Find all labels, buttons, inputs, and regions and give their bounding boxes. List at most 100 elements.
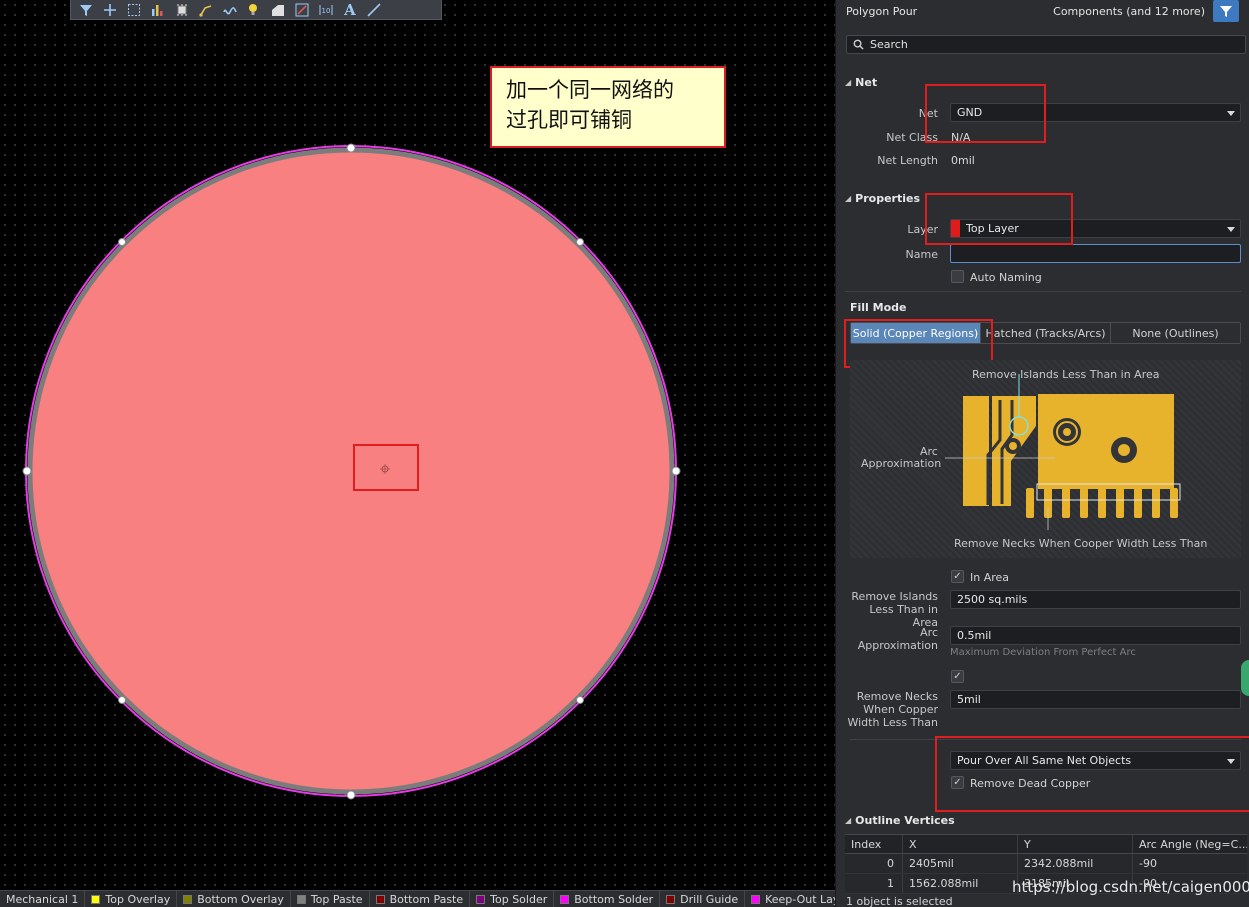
layer-tab-label: Keep-Out Layer <box>765 892 835 906</box>
collapse-caret-icon: ◢ <box>845 816 852 825</box>
divider <box>845 291 1241 292</box>
fill-mode-toggle: Solid (Copper Regions) Hatched (Tracks/Ar… <box>850 322 1241 344</box>
layer-tab[interactable]: Top Paste <box>291 891 370 907</box>
remove-dead-copper-label: Remove Dead Copper <box>970 777 1091 790</box>
layer-color-swatch <box>183 894 193 904</box>
chevron-down-icon <box>1227 111 1235 116</box>
floating-widget-edge[interactable] <box>1241 660 1249 696</box>
remove-islands-value: 2500 sq.mils <box>957 593 1028 606</box>
in-area-checkbox[interactable]: ✓ <box>951 570 964 583</box>
layer-tab-label: Drill Guide <box>680 892 739 906</box>
label-line: When Copper <box>863 703 938 716</box>
outline-vertices-header[interactable]: ◢ Outline Vertices <box>845 814 955 827</box>
vertex-handle <box>346 143 356 153</box>
layer-tab[interactable]: Bottom Paste <box>370 891 471 907</box>
remove-necks-value: 5mil <box>957 693 981 706</box>
remove-islands-input[interactable]: 2500 sq.mils <box>950 590 1241 609</box>
table-header-row: Index X Y Arc Angle (Neg=C... <box>845 834 1247 854</box>
net-section-header[interactable]: ◢ Net <box>845 76 877 89</box>
search-box[interactable] <box>846 35 1246 54</box>
layer-tab[interactable]: Top Solder <box>470 891 555 907</box>
vertex-handle <box>576 696 584 704</box>
label-line: Arc <box>920 626 938 639</box>
cell-x: 2405mil <box>903 854 1018 873</box>
layer-dropdown[interactable]: Top Layer <box>950 219 1241 238</box>
column-header-arc-angle[interactable]: Arc Angle (Neg=C... <box>1133 835 1247 853</box>
fill-mode-option[interactable]: None (Outlines) <box>1111 323 1240 343</box>
copper-illustration <box>945 374 1181 530</box>
layer-label: Layer <box>907 223 938 236</box>
cell-y: 2342.088mil <box>1018 854 1133 873</box>
layer-color-swatch <box>666 894 676 904</box>
net-length-label: Net Length <box>877 154 938 167</box>
layer-tab[interactable]: Top Overlay <box>85 891 178 907</box>
cell-index: 0 <box>845 854 903 873</box>
layer-tab[interactable]: Bottom Solder <box>554 891 661 907</box>
pour-over-dropdown[interactable]: Pour Over All Same Net Objects <box>950 751 1241 770</box>
filter-button[interactable] <box>1213 0 1239 22</box>
layer-tab[interactable]: Keep-Out Layer <box>745 891 835 907</box>
vertex-handle <box>671 466 681 476</box>
chevron-down-icon <box>1227 227 1235 232</box>
search-input[interactable] <box>870 38 1230 51</box>
collapse-caret-icon: ◢ <box>845 78 852 87</box>
status-text: 1 object is selected <box>846 895 953 907</box>
layer-color-swatch <box>560 894 570 904</box>
net-class-value: N/A <box>951 131 971 144</box>
section-title: Outline Vertices <box>855 814 955 827</box>
layer-tab[interactable]: Mechanical 1 <box>0 891 86 907</box>
column-header-x[interactable]: X <box>903 835 1018 853</box>
auto-naming-label: Auto Naming <box>970 271 1042 284</box>
section-title: Properties <box>855 192 920 205</box>
auto-naming-checkbox[interactable] <box>951 270 964 283</box>
net-value: GND <box>957 106 983 119</box>
label-line: Remove Necks <box>856 690 938 703</box>
arc-approximation-hint: Maximum Deviation From Perfect Arc <box>950 647 1136 658</box>
annotation-callout: 加一个同一网络的 过孔即可铺铜 <box>490 66 726 148</box>
layer-tab-label: Bottom Solder <box>574 892 654 906</box>
name-input[interactable] <box>950 244 1241 263</box>
net-length-value: 0mil <box>951 154 975 167</box>
fill-mode-option[interactable]: Hatched (Tracks/Arcs) <box>981 323 1111 343</box>
layer-tab-label: Top Overlay <box>105 892 171 906</box>
label-line: Remove Islands <box>851 590 938 603</box>
chevron-down-icon <box>1227 759 1235 764</box>
layer-color-swatch <box>375 894 385 904</box>
in-area-label: In Area <box>970 571 1010 584</box>
remove-necks-label: Remove Necks When Copper Width Less Than <box>845 690 938 729</box>
cell-x: 1562.088mil <box>903 874 1018 893</box>
layer-color-swatch <box>751 894 761 904</box>
layer-tabs: Mechanical 1 Top Overlay Bottom Overlay Top… <box>0 890 835 907</box>
arc-approximation-input[interactable]: 0.5mil <box>950 626 1241 645</box>
arc-approximation-label: Arc Approximation <box>845 626 938 652</box>
column-header-index[interactable]: Index <box>845 835 903 853</box>
callout-line-1: 加一个同一网络的 <box>506 78 674 102</box>
layer-tab[interactable]: Bottom Overlay <box>177 891 291 907</box>
vertex-handle <box>22 466 32 476</box>
layer-color-swatch <box>951 220 960 237</box>
table-row[interactable]: 0 2405mil 2342.088mil -90 <box>845 854 1247 874</box>
net-dropdown[interactable]: GND <box>950 103 1241 122</box>
layer-tab-label: Top Paste <box>310 892 363 906</box>
fill-mode-diagram: Remove Islands Less Than in Area Arc App… <box>850 360 1241 558</box>
properties-section-header[interactable]: ◢ Properties <box>845 192 920 205</box>
polygon-pour[interactable] <box>27 147 675 795</box>
remove-necks-input[interactable]: 5mil <box>950 690 1241 709</box>
layer-tab[interactable]: Drill Guide <box>660 891 746 907</box>
remove-islands-label: Remove Islands Less Than in Area <box>845 590 938 629</box>
layer-color-swatch <box>296 894 306 904</box>
remove-necks-checkbox[interactable]: ✓ <box>951 670 964 683</box>
name-label: Name <box>905 248 938 261</box>
layer-tab-label: Bottom Paste <box>389 892 464 906</box>
net-class-label: Net Class <box>886 131 938 144</box>
cell-index: 1 <box>845 874 903 893</box>
remove-dead-copper-checkbox[interactable]: ✓ <box>951 776 964 789</box>
fill-mode-header: Fill Mode <box>850 301 907 314</box>
pour-over-value: Pour Over All Same Net Objects <box>957 754 1132 767</box>
layer-tab-label: Mechanical 1 <box>6 892 79 906</box>
column-header-y[interactable]: Y <box>1018 835 1133 853</box>
fill-mode-option[interactable]: Solid (Copper Regions) <box>851 323 981 343</box>
layer-value: Top Layer <box>966 222 1019 235</box>
pcb-canvas[interactable]: 10 A 加一个同一网络的 过孔即可铺铜 <box>0 0 835 890</box>
filter-summary[interactable]: Components (and 12 more) <box>1053 5 1205 18</box>
